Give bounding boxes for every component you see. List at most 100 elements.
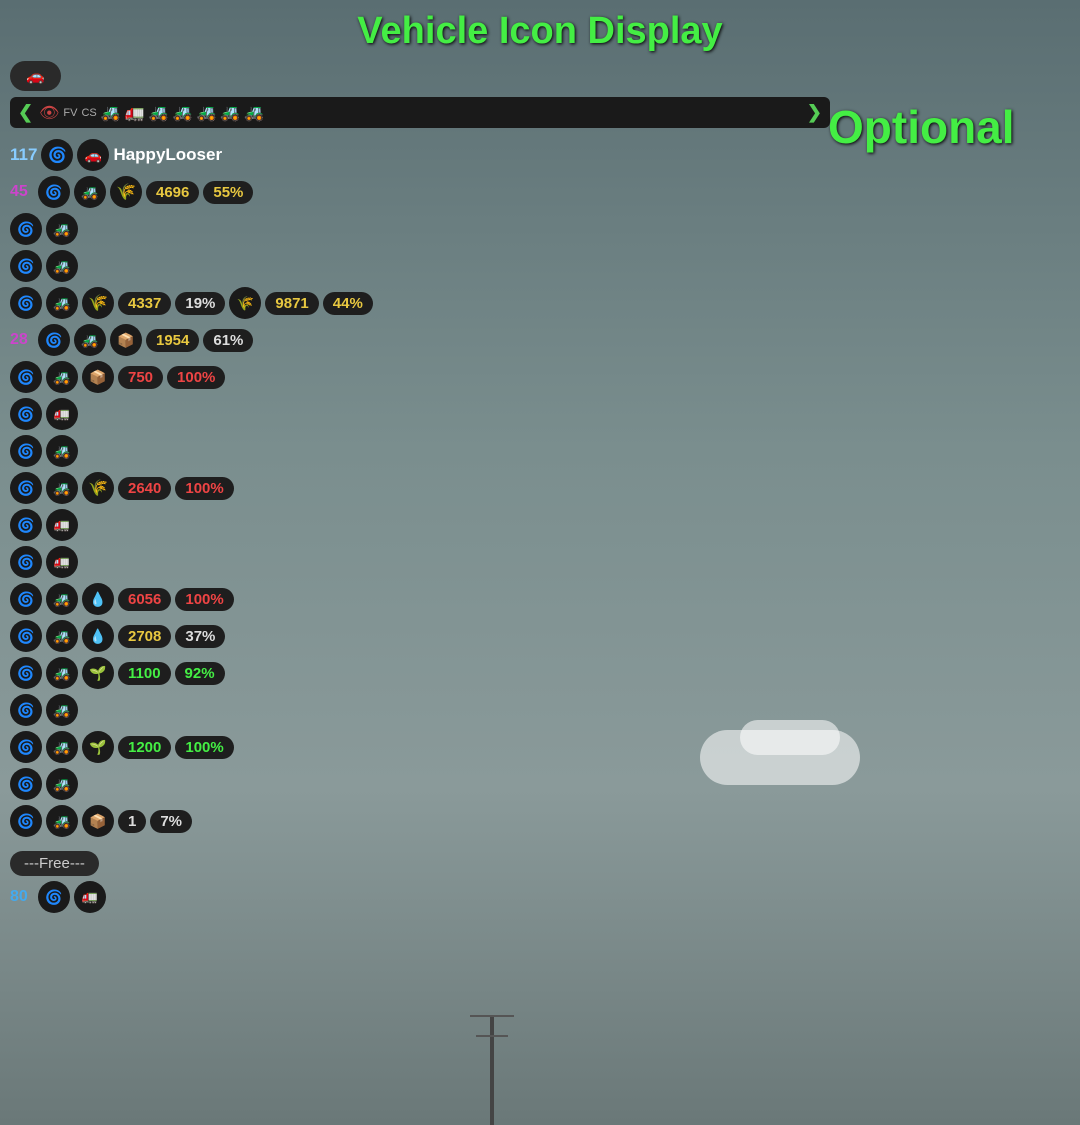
list-item: 🌀 🚜 🌱 1100 92%	[10, 656, 1070, 690]
tractor-icon: 🚜	[46, 583, 78, 615]
list-item: 🌀 🚜 🌱 1200 100%	[10, 730, 1070, 764]
list-item: 🌀 🚛	[10, 545, 1070, 579]
list-item: 🌀 🚜	[10, 767, 1070, 801]
tractor-icon-5[interactable]: 🚜	[220, 103, 240, 123]
shell-icon: 🌀	[10, 287, 42, 319]
shell-icon: 🌀	[10, 805, 42, 837]
row-id-1: 45	[10, 183, 34, 201]
free-id: 80	[10, 888, 34, 906]
list-item: 🌀 🚜 💧 6056 100%	[10, 582, 1070, 616]
pct-badge: 100%	[175, 736, 233, 759]
shell-icon: 🌀	[10, 694, 42, 726]
cargo-seed2-icon: 🌱	[82, 731, 114, 763]
shell-icon: 🌀	[10, 361, 42, 393]
nav-right-arrow[interactable]: ❯	[807, 102, 822, 123]
free-row: 80 🌀 🚛	[10, 880, 1070, 914]
free-label: ---Free---	[24, 855, 85, 872]
list-item: 🌀 🚜	[10, 212, 1070, 246]
list-item: 🌀 🚜 📦 1 7%	[10, 804, 1070, 838]
list-item: 🌀 🚜 💧 2708 37%	[10, 619, 1070, 653]
nav-icons: 👁 FV CS 🚜 🚛 🚜 🚜 🚜 🚜 🚜	[33, 103, 807, 123]
free-truck-icon: 🚛	[74, 881, 106, 913]
player-shell-icon: 🌀	[41, 139, 73, 171]
cargo-water2-icon: 💧	[82, 620, 114, 652]
tractor-icon: 🚜	[46, 287, 78, 319]
nav-left-arrow[interactable]: ❮	[18, 102, 33, 123]
antenna-tower	[490, 1015, 494, 1125]
cs-label: CS	[81, 107, 96, 119]
cargo-box2-icon: 📦	[82, 361, 114, 393]
list-item: 🌀 🚜 🌾 2640 100%	[10, 471, 1070, 505]
amount-badge: 4337	[118, 292, 171, 315]
free-bar: ---Free---	[10, 851, 99, 876]
shell-icon: 🌀	[10, 472, 42, 504]
tractor-icon: 🚜	[74, 176, 106, 208]
tractor-icon-6[interactable]: 🚜	[244, 103, 264, 123]
tractor-icon: 🚜	[46, 694, 78, 726]
optional-label: Optional	[828, 100, 1015, 154]
tractor-icon-2[interactable]: 🚜	[149, 103, 169, 123]
list-item: 🌀 🚛	[10, 397, 1070, 431]
shell-icon: 🌀	[10, 509, 42, 541]
list-item: 🌀 🚜	[10, 693, 1070, 727]
free-shell-icon: 🌀	[38, 881, 70, 913]
list-item: 🌀 🚜	[10, 249, 1070, 283]
truck-icon-1[interactable]: 🚛	[125, 103, 145, 123]
player-vehicle-icon: 🚗	[77, 139, 109, 171]
amount-badge: 6056	[118, 588, 171, 611]
pct-badge: 100%	[167, 366, 225, 389]
tractor-icon-1[interactable]: 🚜	[101, 103, 121, 123]
page-container: Vehicle Icon Display 🚗 ❮ 👁 FV CS 🚜 🚛 🚜 🚜…	[0, 0, 1080, 1125]
tractor-icon-3[interactable]: 🚜	[173, 103, 193, 123]
pct-badge: 19%	[175, 292, 225, 315]
vehicle-button[interactable]: 🚗	[10, 61, 61, 91]
list-item: 🌀 🚛	[10, 508, 1070, 542]
row-id-2: 28	[10, 331, 34, 349]
cargo-seed-icon: 🌱	[82, 657, 114, 689]
amount-badge: 1200	[118, 736, 171, 759]
cargo-icon-wheat: 🌾	[110, 176, 142, 208]
pct-badge: 61%	[203, 329, 253, 352]
tractor-icon-4[interactable]: 🚜	[196, 103, 216, 123]
cargo-box-icon: 📦	[110, 324, 142, 356]
amount-badge: 2640	[118, 477, 171, 500]
shell-icon: 🌀	[10, 546, 42, 578]
shell-icon: 🌀	[38, 324, 70, 356]
eye-icon[interactable]: 👁	[39, 103, 59, 123]
amount-badge: 4696	[146, 181, 199, 204]
amount-badge: 1954	[146, 329, 199, 352]
amount-badge: 750	[118, 366, 163, 389]
fv-label: FV	[63, 107, 77, 119]
tractor-icon: 🚜	[46, 435, 78, 467]
cargo-wheat-icon: 🌾	[82, 287, 114, 319]
truck3-icon: 🚛	[46, 546, 78, 578]
pct-badge: 100%	[175, 588, 233, 611]
tractor-icon: 🚜	[46, 472, 78, 504]
cargo-box-tan-icon: 📦	[82, 805, 114, 837]
pct-badge: 100%	[175, 477, 233, 500]
truck2-icon: 🚛	[46, 509, 78, 541]
list-item: 28 🌀 🚜 📦 1954 61%	[10, 323, 1070, 357]
page-title: Vehicle Icon Display	[10, 10, 1070, 53]
tractor-icon: 🚜	[46, 361, 78, 393]
shell-icon: 🌀	[10, 213, 42, 245]
tractor-icon: 🚜	[46, 620, 78, 652]
pct-badge: 92%	[175, 662, 225, 685]
amount-badge: 1100	[118, 662, 171, 685]
shell-icon: 🌀	[10, 250, 42, 282]
tractor-icon: 🚜	[46, 250, 78, 282]
pct-badge: 37%	[175, 625, 225, 648]
nav-bar: ❮ 👁 FV CS 🚜 🚛 🚜 🚜 🚜 🚜 🚜 ❯	[10, 97, 830, 128]
list-item: 🌀 🚜 📦 750 100%	[10, 360, 1070, 394]
tractor-icon: 🚜	[46, 213, 78, 245]
player-id: 117	[10, 145, 37, 165]
list-item: 🌀 🚜	[10, 434, 1070, 468]
list-item: 🌀 🚜 🌾 4337 19% 🌾 9871 44%	[10, 286, 1070, 320]
tractor-icon: 🚜	[46, 768, 78, 800]
shell-icon: 🌀	[10, 731, 42, 763]
shell-icon: 🌀	[10, 398, 42, 430]
pct-badge: 7%	[150, 810, 192, 833]
shell-yellow-icon: 🌀	[10, 657, 42, 689]
tractor-icon: 🚜	[46, 805, 78, 837]
pct-badge: 55%	[203, 181, 253, 204]
